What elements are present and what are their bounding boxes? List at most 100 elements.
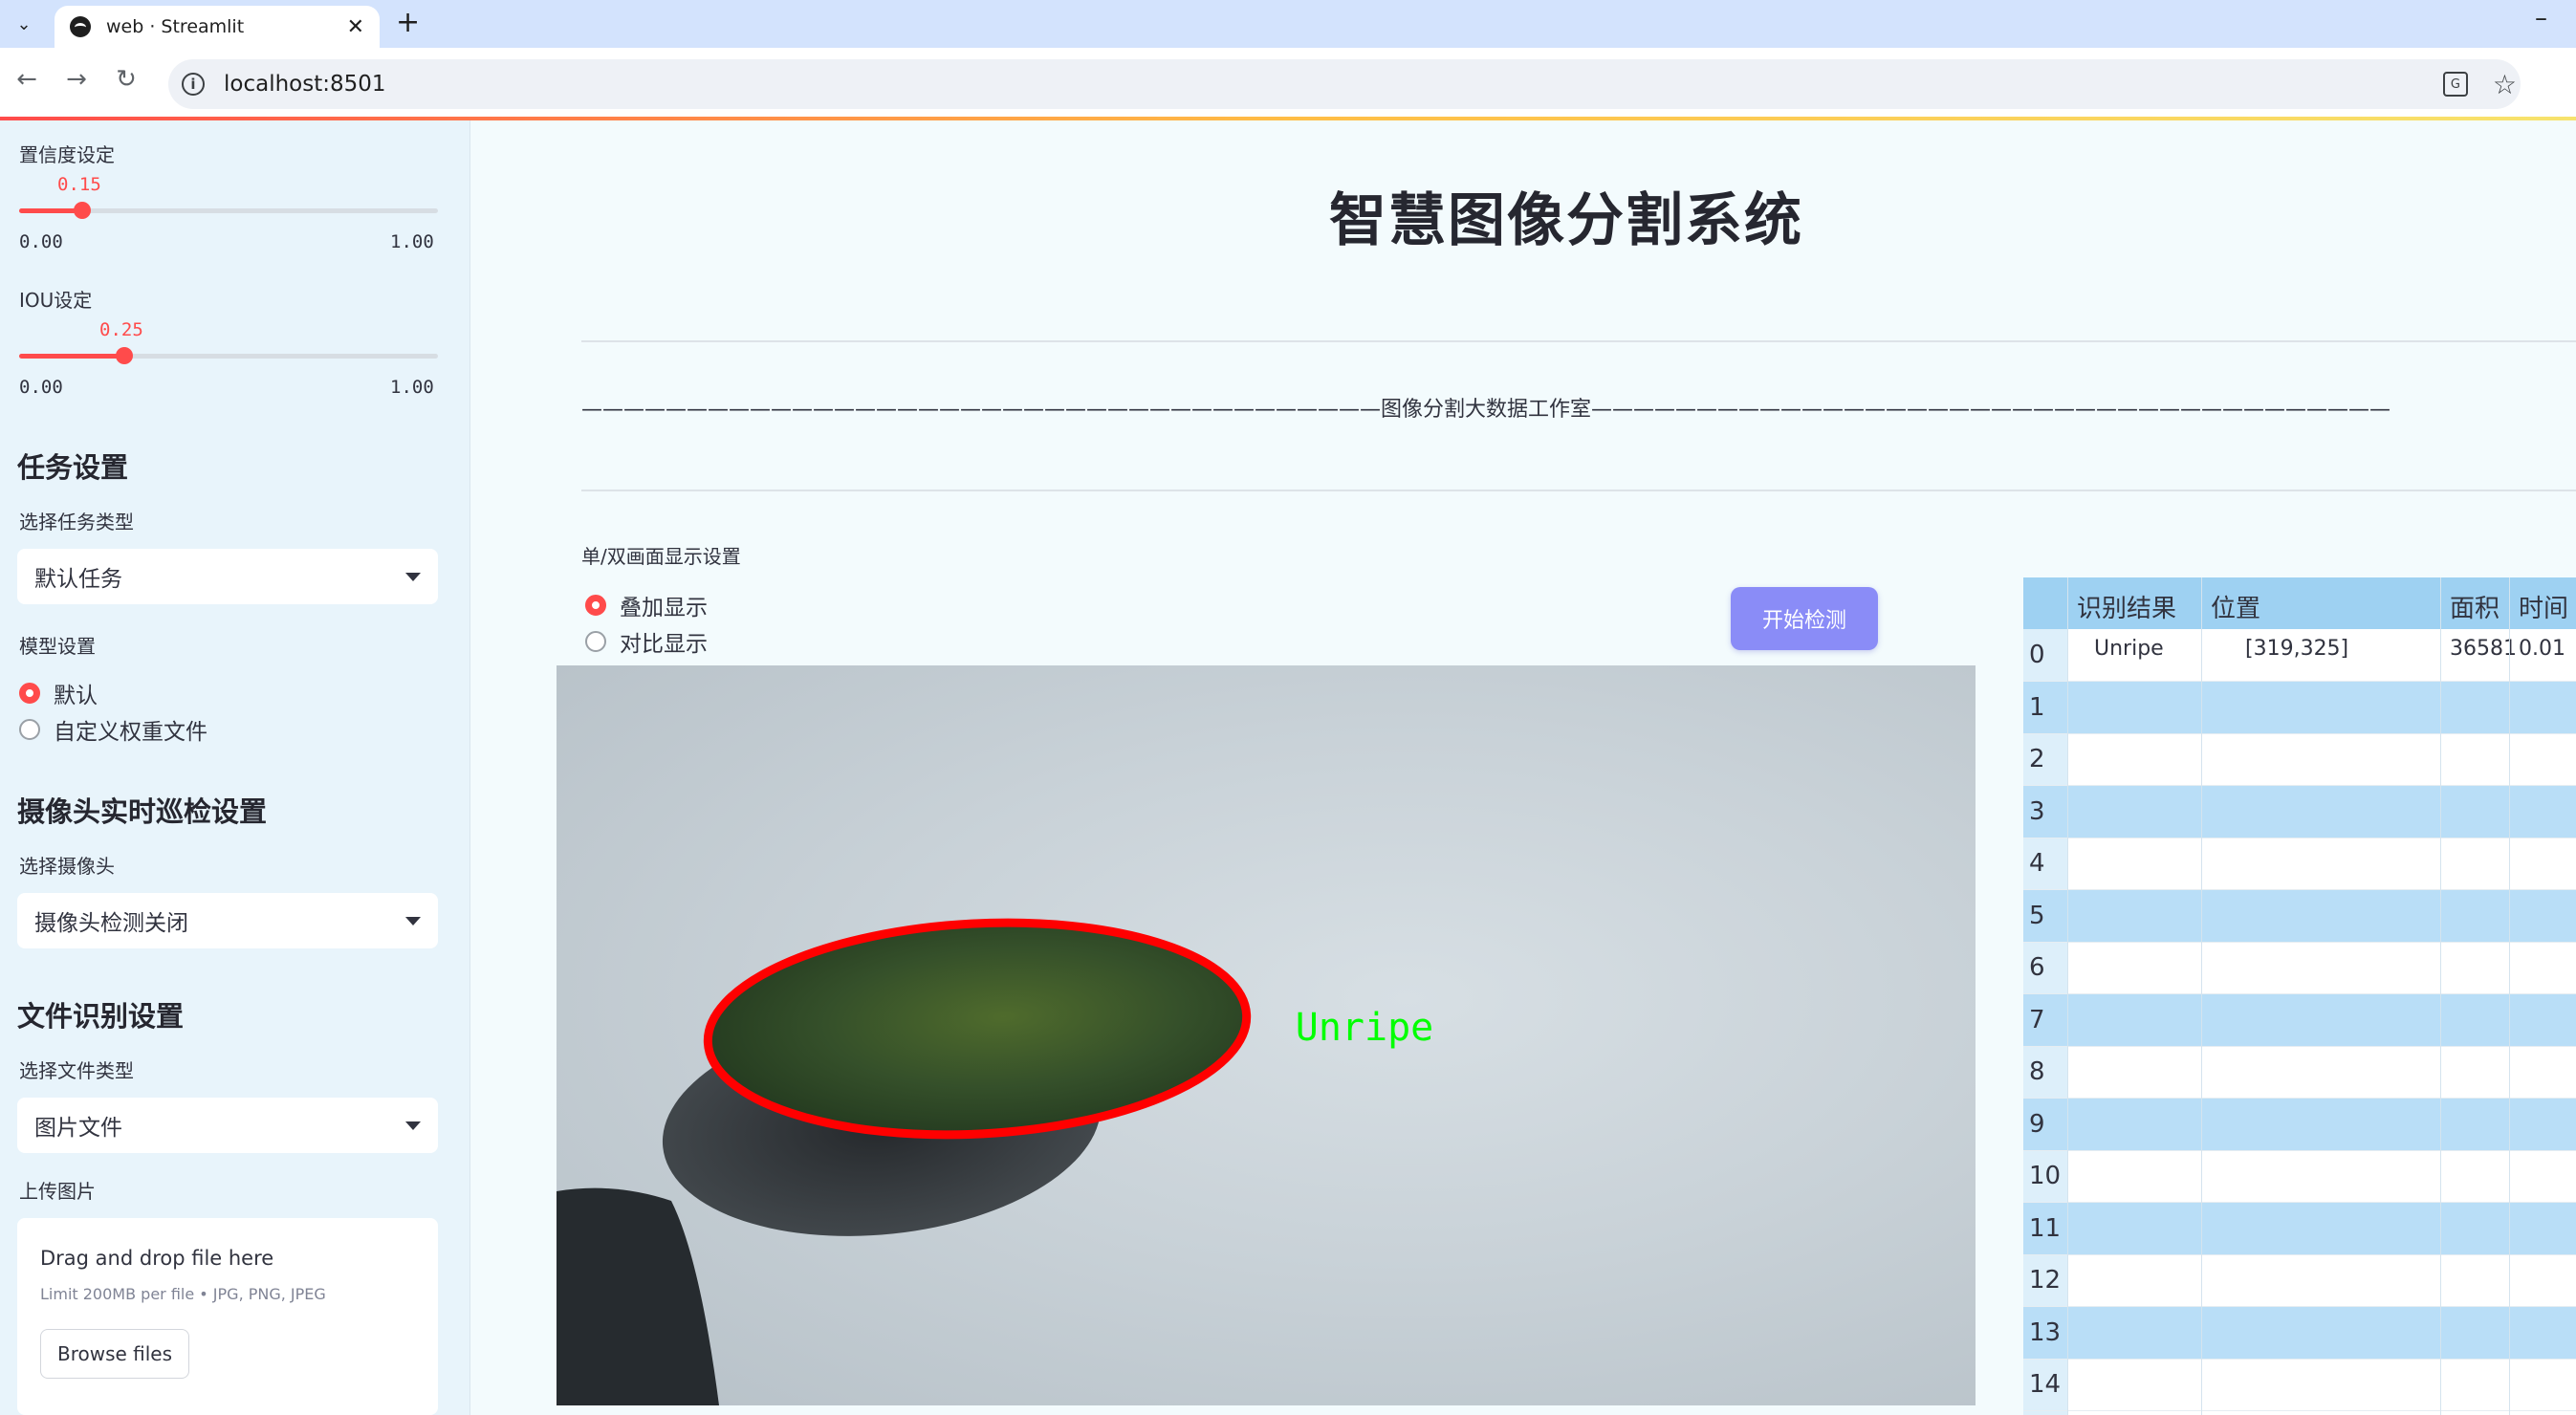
url-text[interactable]: localhost:8501 (224, 72, 386, 97)
row-index: 2 (2029, 745, 2045, 773)
model-option-custom[interactable]: 自定义权重文件 (19, 713, 207, 746)
row-index: 0 (2029, 641, 2045, 669)
page-title: 智慧图像分割系统 (1329, 187, 1803, 254)
row-index: 1 (2029, 692, 2045, 722)
camera-select[interactable]: 摄像头检测关闭 (17, 893, 438, 948)
model-option-default[interactable]: 默认 (19, 677, 98, 709)
confidence-max: 1.00 (390, 231, 434, 252)
table-row[interactable]: 12 (2023, 1254, 2576, 1307)
iou-slider-fill (19, 354, 124, 359)
confidence-slider-thumb[interactable] (73, 202, 91, 219)
model-option-label: 自定义权重文件 (54, 720, 207, 745)
cell-result[interactable]: Unripe (2094, 637, 2164, 661)
table-row[interactable]: 8 (2023, 1046, 2576, 1099)
browser-tabstrip: ⌄ web · Streamlit ✕ + – (0, 0, 2576, 48)
start-detection-button[interactable]: 开始检测 (1731, 587, 1878, 650)
dark-object-shadow (557, 1187, 719, 1405)
iou-value: 0.25 (99, 319, 143, 340)
display-option-compare[interactable]: 对比显示 (585, 625, 708, 658)
table-row[interactable]: 2 (2023, 733, 2576, 786)
camera-select-value: 摄像头检测关闭 (34, 911, 188, 936)
iou-max: 1.00 (390, 377, 434, 398)
display-mode-label: 单/双画面显示设置 (581, 545, 741, 568)
radio-selected-icon[interactable] (19, 683, 40, 704)
divider (581, 340, 2576, 342)
address-bar[interactable]: i localhost:8501 G ☆ (168, 59, 2521, 109)
column-divider (2201, 577, 2202, 1415)
radio-unselected-icon[interactable] (585, 631, 606, 652)
model-option-label: 默认 (54, 684, 98, 708)
file-dropzone[interactable]: Drag and drop file here Limit 200MB per … (17, 1218, 438, 1415)
file-type-label: 选择文件类型 (19, 1059, 134, 1082)
row-index: 7 (2029, 1005, 2045, 1034)
file-type-value: 图片文件 (34, 1116, 122, 1141)
header-result[interactable]: 识别结果 (2077, 589, 2176, 624)
task-settings-heading: 任务设置 (17, 451, 129, 484)
iou-slider-thumb[interactable] (115, 347, 133, 364)
browser-toolbar: ← → ↻ i localhost:8501 G ☆ (0, 48, 2576, 119)
confidence-slider[interactable] (19, 202, 438, 219)
table-row[interactable]: 11 (2023, 1202, 2576, 1255)
task-type-label: 选择任务类型 (19, 511, 134, 533)
chevron-down-icon (405, 572, 421, 581)
radio-unselected-icon[interactable] (19, 719, 40, 740)
table-row[interactable]: 7 (2023, 993, 2576, 1047)
table-row[interactable]: 1 (2023, 681, 2576, 734)
back-arrow-icon[interactable]: ← (10, 65, 44, 94)
tab-search-icon[interactable]: ⌄ (8, 8, 40, 40)
iou-slider[interactable] (19, 347, 438, 364)
radio-selected-icon[interactable] (585, 595, 606, 616)
task-type-select[interactable]: 默认任务 (17, 549, 438, 604)
tab-title: web · Streamlit (106, 16, 245, 37)
table-row[interactable]: 3 (2023, 785, 2576, 838)
column-divider (2067, 577, 2068, 1415)
iou-min: 0.00 (19, 377, 63, 398)
file-type-select[interactable]: 图片文件 (17, 1098, 438, 1153)
cell-area[interactable]: 36581 (2450, 637, 2517, 661)
studio-divider-text: ——————————————————————————————————————图像… (581, 398, 2391, 422)
table-row[interactable]: 5 (2023, 889, 2576, 943)
confidence-label: 置信度设定 (19, 143, 115, 166)
table-row[interactable]: 4 (2023, 838, 2576, 890)
detection-label: Unripe (1296, 1006, 1434, 1050)
table-row[interactable]: 0 Unripe [319,325] 36581 0.01 (2023, 629, 2576, 682)
browse-files-button[interactable]: Browse files (40, 1329, 189, 1379)
table-row[interactable]: 13 (2023, 1306, 2576, 1360)
table-row[interactable]: 9 (2023, 1098, 2576, 1151)
browser-tab[interactable]: web · Streamlit ✕ (55, 6, 380, 48)
upload-label: 上传图片 (19, 1180, 96, 1203)
divider (581, 490, 2576, 491)
camera-settings-heading: 摄像头实时巡检设置 (17, 795, 268, 828)
row-index: 9 (2029, 1109, 2045, 1139)
row-index: 14 (2029, 1370, 2062, 1399)
camera-select-label: 选择摄像头 (19, 855, 115, 878)
site-info-icon[interactable]: i (182, 73, 205, 96)
task-type-value: 默认任务 (34, 567, 122, 592)
reload-icon[interactable]: ↻ (109, 65, 143, 94)
table-row[interactable]: 10 (2023, 1150, 2576, 1203)
table-row[interactable]: 14 (2023, 1359, 2576, 1411)
row-index: 10 (2029, 1162, 2062, 1190)
row-index: 3 (2029, 796, 2045, 826)
streamlit-favicon-icon (70, 16, 91, 37)
forward-arrow-icon[interactable]: → (59, 65, 94, 94)
close-icon[interactable]: ✕ (347, 15, 364, 39)
header-position[interactable]: 位置 (2211, 589, 2260, 624)
minimize-icon[interactable]: – (2535, 4, 2547, 33)
row-index: 12 (2029, 1266, 2062, 1295)
display-option-overlay[interactable]: 叠加显示 (585, 589, 708, 621)
translate-icon[interactable]: G (2442, 72, 2468, 97)
confidence-value: 0.15 (57, 174, 101, 195)
bookmark-star-icon[interactable]: ☆ (2493, 69, 2517, 100)
column-divider (2509, 577, 2510, 1415)
header-area[interactable]: 面积 (2450, 589, 2500, 624)
results-table[interactable]: 0 Unripe [319,325] 36581 0.01 1 2 3 4 5 6 7 8 9 10 11 12… (2023, 577, 2576, 1415)
confidence-min: 0.00 (19, 231, 63, 252)
chevron-down-icon (405, 1121, 421, 1130)
display-option-label: 对比显示 (620, 632, 708, 657)
cell-position[interactable]: [319,325] (2245, 637, 2348, 661)
table-row[interactable]: 6 (2023, 942, 2576, 994)
cell-time[interactable]: 0.01 (2519, 637, 2565, 661)
new-tab-icon[interactable]: + (396, 6, 420, 39)
header-time[interactable]: 时间 (2519, 589, 2568, 624)
